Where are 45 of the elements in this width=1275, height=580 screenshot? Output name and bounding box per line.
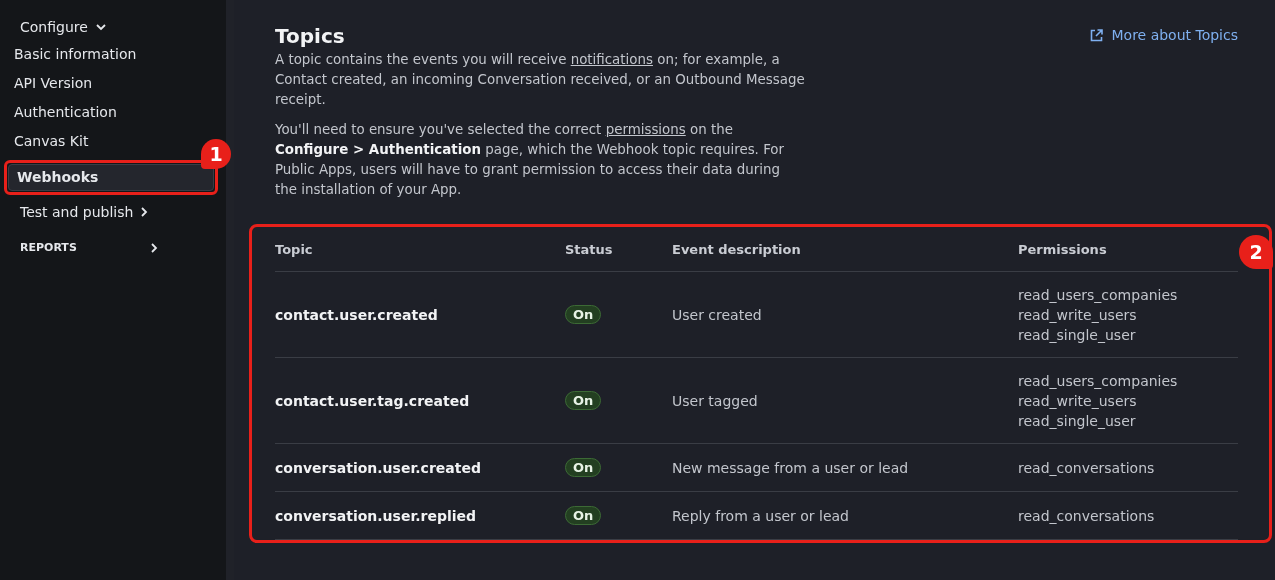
permission-text: read_single_user — [1018, 411, 1137, 431]
column-header: Permissions — [1018, 227, 1238, 272]
chevron-icon — [151, 242, 158, 253]
description-text: A topic contains the events you will receive notifications on; for example, a Contact created, an incoming Conversation received, or an Outbound Message receipt. — [275, 51, 805, 109]
permission-text: read_conversations — [1018, 458, 1156, 478]
nav-group[interactable]: Configure — [0, 14, 126, 40]
sidebar-item[interactable]: API Version — [0, 69, 107, 98]
page-title: Topics — [275, 23, 345, 50]
nav-section[interactable]: REPORTS — [0, 225, 178, 260]
status-badge: On — [565, 458, 602, 477]
topic-cell: conversation.user.replied — [275, 491, 565, 540]
text-link[interactable]: permissions — [605, 122, 686, 137]
description-text: You'll need to ensure you've selected the correct permissions on the Configure > Authentication page, which the Webhook topic requires. For Public Apps, users will have to grant permission to access their data during the installation of your App. — [275, 121, 786, 199]
permission-text: read_write_users — [1018, 305, 1138, 325]
callout-badge: 2 — [1239, 235, 1273, 269]
sidebar-item-label: Webhooks — [17, 169, 99, 185]
status-badge: On — [565, 391, 602, 410]
column-header: Topic — [275, 227, 565, 272]
chevron-icon — [141, 207, 149, 217]
description-cell: Reply from a user or lead — [672, 491, 1018, 540]
status-badge: On — [565, 506, 602, 525]
permission-text: read_conversations — [1018, 506, 1156, 526]
status-badge: On — [565, 305, 602, 324]
external-link-icon — [1090, 28, 1104, 42]
text-link[interactable]: notifications — [570, 52, 653, 67]
permission-text: read_single_user — [1018, 325, 1137, 345]
column-header: Status — [565, 227, 672, 272]
sidebar-item[interactable]: Canvas Kit — [0, 127, 103, 156]
chevron-icon — [95, 23, 106, 31]
sidebar-item[interactable] — [8, 164, 214, 191]
column-header: Event description — [672, 227, 1018, 272]
callout-badge: 1 — [201, 139, 231, 169]
description-cell: User tagged — [672, 357, 1018, 444]
sidebar-item[interactable]: Authentication — [0, 98, 131, 127]
permission-text: read_write_users — [1018, 391, 1138, 411]
description-cell: New message from a user or lead — [672, 443, 1018, 492]
nav-group[interactable]: Test and publish — [0, 199, 169, 225]
topic-cell: conversation.user.created — [275, 443, 565, 492]
more-link[interactable]: More about Topics — [1090, 27, 1238, 43]
permission-text: read_users_companies — [1018, 285, 1179, 305]
description-cell: User created — [672, 271, 1018, 358]
sidebar-item[interactable]: Basic information — [0, 40, 151, 69]
topic-cell: contact.user.created — [275, 271, 565, 358]
topic-cell: contact.user.tag.created — [275, 357, 565, 444]
permission-text: read_users_companies — [1018, 371, 1179, 391]
